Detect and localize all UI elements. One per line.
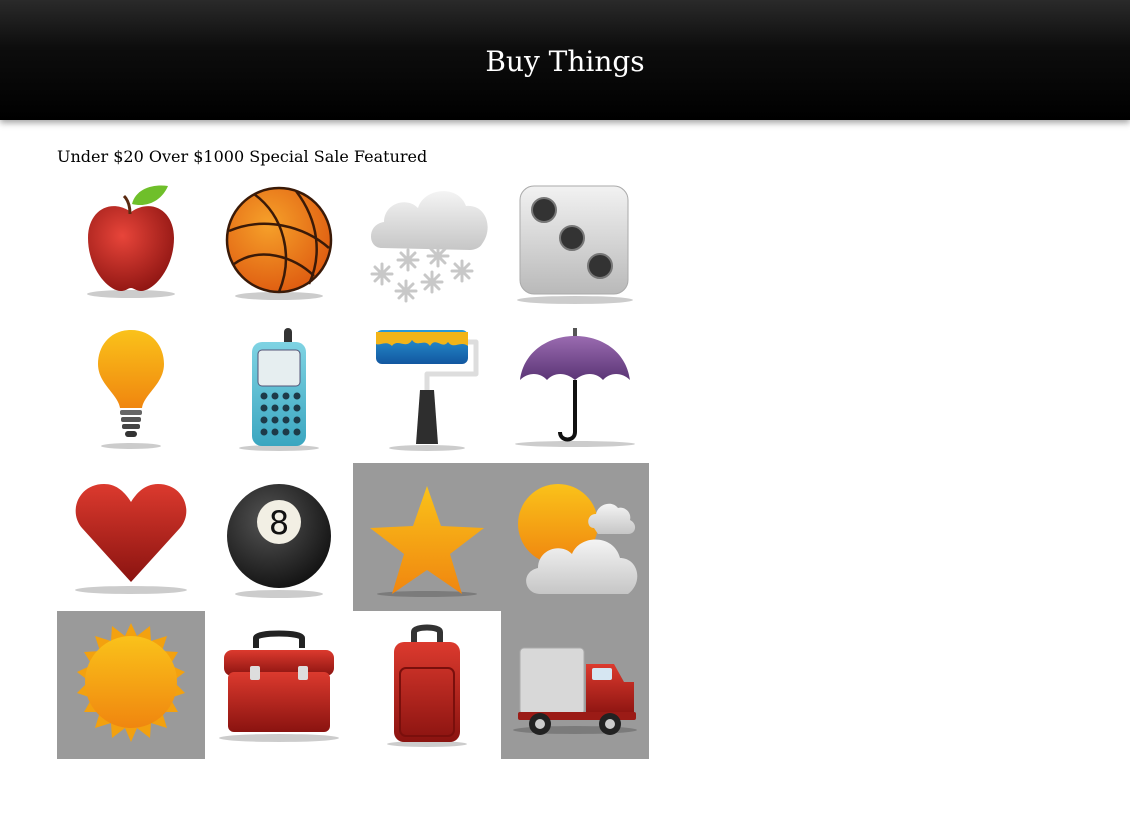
product-grid: 8 xyxy=(57,167,649,759)
product-tile[interactable] xyxy=(205,315,353,463)
eight-ball-number: 8 xyxy=(269,504,289,542)
heart-icon xyxy=(75,484,187,594)
product-tile[interactable] xyxy=(353,463,501,611)
product-tile[interactable] xyxy=(57,463,205,611)
filter-featured-link[interactable]: Featured xyxy=(354,147,427,166)
product-tile[interactable] xyxy=(501,611,649,759)
filter-under-20-link[interactable]: Under $20 xyxy=(57,147,144,166)
product-tile[interactable]: 8 xyxy=(205,463,353,611)
product-tile[interactable] xyxy=(353,315,501,463)
sun-icon xyxy=(77,623,185,742)
product-tile[interactable] xyxy=(57,315,205,463)
page-header: Buy Things xyxy=(0,0,1130,120)
delivery-truck-icon xyxy=(513,647,637,735)
page-title: Buy Things xyxy=(485,45,645,78)
product-tile[interactable] xyxy=(57,611,205,759)
product-tile[interactable] xyxy=(205,167,353,315)
filter-over-1000-link[interactable]: Over $1000 xyxy=(149,147,244,166)
filter-special-sale-link[interactable]: Special Sale xyxy=(249,147,349,166)
star-icon xyxy=(370,486,484,597)
product-tile[interactable] xyxy=(501,167,649,315)
cell-phone-icon xyxy=(239,328,319,451)
product-tile[interactable] xyxy=(57,167,205,315)
basketball-icon xyxy=(225,186,333,300)
suitcase-icon xyxy=(387,624,467,747)
apple-icon xyxy=(87,185,175,298)
dice-icon xyxy=(517,185,633,304)
paint-roller-icon xyxy=(376,330,479,451)
product-tile[interactable] xyxy=(501,315,649,463)
filter-nav: Under $20 Over $1000 Special Sale Featur… xyxy=(57,147,427,166)
product-tile[interactable] xyxy=(353,167,501,315)
snow-cloud-icon xyxy=(370,191,488,303)
partly-cloudy-icon xyxy=(518,484,638,594)
product-tile[interactable] xyxy=(353,611,501,759)
umbrella-icon xyxy=(515,328,635,447)
toolbox-icon xyxy=(219,630,339,742)
eight-ball-icon: 8 xyxy=(227,484,331,598)
lightbulb-icon xyxy=(98,330,164,449)
product-tile[interactable] xyxy=(205,611,353,759)
product-tile[interactable] xyxy=(501,463,649,611)
